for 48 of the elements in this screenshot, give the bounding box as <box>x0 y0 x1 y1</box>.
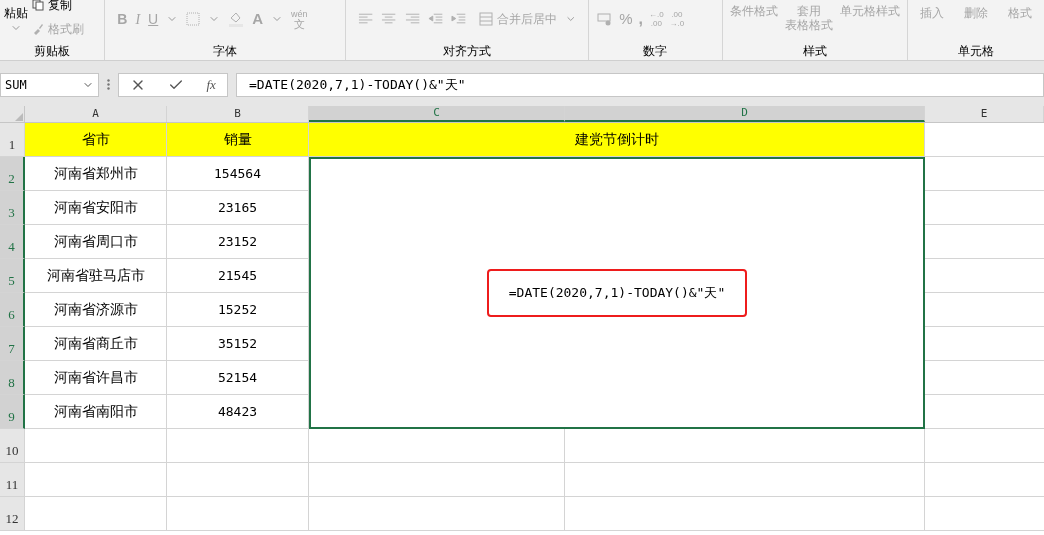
row-header[interactable]: 8 <box>0 361 25 395</box>
row-header[interactable]: 5 <box>0 259 25 293</box>
table-cell: 48423 <box>167 395 309 429</box>
table-cell: 河南省郑州市 <box>25 157 167 191</box>
row-header[interactable]: 4 <box>0 225 25 259</box>
group-label: 字体 <box>213 43 238 60</box>
group-label: 单元格 <box>958 43 994 60</box>
row-header[interactable]: 10 <box>0 429 25 463</box>
row-header[interactable]: 6 <box>0 293 25 327</box>
row-header[interactable]: 2 <box>0 157 25 191</box>
formula-text: =DATE(2020,7,1)-TODAY()&"天" <box>486 269 748 317</box>
column-header[interactable]: A <box>25 106 167 122</box>
row-header[interactable]: 1 <box>0 123 25 157</box>
table-cell: 23165 <box>167 191 309 225</box>
table-cell: 河南省许昌市 <box>25 361 167 395</box>
row-header[interactable]: 12 <box>0 497 25 531</box>
column-header[interactable]: E <box>925 106 1044 122</box>
row-header[interactable]: 7 <box>0 327 25 361</box>
column-header[interactable]: C <box>309 106 565 122</box>
column-header[interactable]: D <box>565 106 925 122</box>
group-label: 剪贴板 <box>34 43 71 60</box>
formula-field[interactable]: =DATE(2020,7,1)-TODAY()&"天" <box>236 72 1044 97</box>
brush-icon <box>32 23 44 35</box>
table-cell: 河南省济源市 <box>25 293 167 327</box>
group-label: 样式 <box>802 43 827 60</box>
table-cell: 河南省南阳市 <box>25 395 167 429</box>
table-cell: 建党节倒计时 <box>309 123 925 157</box>
group-label: 对齐方式 <box>443 43 492 60</box>
table-cell: 河南省周口市 <box>25 225 167 259</box>
table-cell: 销量 <box>167 123 309 157</box>
table-cell: 52154 <box>167 361 309 395</box>
name-box[interactable]: SUM <box>0 72 99 97</box>
table-cell: 河南省驻马店市 <box>25 259 167 293</box>
row-header[interactable]: 11 <box>0 463 25 497</box>
group-label: 数字 <box>643 43 668 60</box>
table-cell: 省市 <box>25 123 167 157</box>
grip-dots-icon[interactable] <box>107 79 110 90</box>
table-cell: 23152 <box>167 225 309 259</box>
row-header[interactable]: 3 <box>0 191 25 225</box>
table-cell: 154564 <box>167 157 309 191</box>
merge-icon <box>478 12 493 26</box>
table-cell: 河南省商丘市 <box>25 327 167 361</box>
row-header[interactable]: 9 <box>0 395 25 429</box>
table-cell: 河南省安阳市 <box>25 191 167 225</box>
table-cell: 35152 <box>167 327 309 361</box>
insert-function-button[interactable]: fx <box>206 74 216 95</box>
table-cell: 15252 <box>167 293 309 327</box>
table-cell: 21545 <box>167 259 309 293</box>
